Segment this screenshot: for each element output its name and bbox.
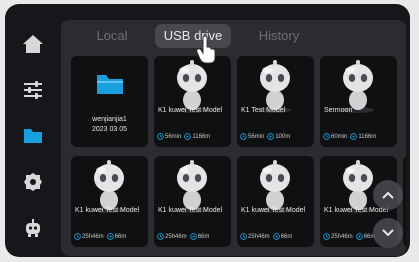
hand-pointer-icon — [196, 36, 216, 64]
scroll-down-button[interactable] — [373, 218, 403, 248]
print-time: 25h46m — [82, 233, 104, 240]
chevron-up-icon — [382, 191, 394, 199]
gear-icon — [24, 173, 42, 191]
sliders-icon — [24, 81, 42, 99]
model-thumbnail-icon — [403, 156, 406, 214]
filament-length: 66m — [280, 233, 293, 240]
home-icon — [23, 35, 43, 53]
time-icon — [240, 133, 247, 140]
filament-icon — [272, 233, 280, 240]
file-meta: 25h46m 66m — [323, 233, 375, 240]
sidebar-item-home[interactable] — [19, 30, 47, 58]
robot-icon — [26, 219, 40, 237]
chevron-down-icon — [382, 229, 394, 237]
time-icon — [323, 233, 330, 240]
time-icon — [323, 133, 330, 140]
print-time: 25h46m — [331, 233, 353, 240]
filament-length: 1166m — [192, 133, 211, 140]
filament-icon — [267, 133, 275, 140]
time-icon — [157, 233, 164, 240]
filament-icon — [189, 233, 197, 240]
file-meta: 25h46m 66m — [157, 233, 209, 240]
file-card[interactable]: K1 kuwei Test Model25h46m66m — [403, 156, 406, 247]
sidebar-item-ai[interactable] — [19, 214, 47, 242]
print-time: 60min — [331, 133, 348, 140]
filament-icon — [355, 233, 363, 240]
file-meta: 60min 1166m — [323, 133, 376, 140]
file-card[interactable]: Sermoon 60min 1166m — [320, 56, 397, 147]
folder-name: wenjianjia1 — [92, 116, 127, 123]
filament-length: 1166m — [358, 133, 377, 140]
folder-icon — [24, 129, 42, 143]
scroll-up-button[interactable] — [373, 180, 403, 210]
printer-screen: Local USB drive History wenjianjia1 2023… — [5, 4, 410, 257]
folder-date: 2023 03 05 — [91, 126, 128, 133]
filament-icon — [184, 133, 192, 140]
filament-length: 66m — [197, 233, 210, 240]
folder-icon — [97, 75, 123, 94]
filament-icon — [350, 133, 358, 140]
sidebar-item-files[interactable] — [19, 122, 47, 150]
tab-usb-drive[interactable]: USB drive — [155, 24, 231, 48]
file-card[interactable]: K1 kuwei Test Model 56min 1166m — [154, 56, 231, 147]
file-name: K1 kuwei Test Model — [241, 207, 306, 214]
time-icon — [74, 233, 81, 240]
file-card[interactable]: K1 kuwei Test Model 25h46m 66m — [154, 156, 231, 247]
time-icon — [157, 133, 164, 140]
time-icon — [240, 233, 247, 240]
print-time: 56min — [248, 133, 265, 140]
sidebar — [5, 4, 59, 257]
file-card[interactable]: K1 kuwei Test Model 25h46m 66m — [71, 156, 148, 247]
print-time: 25h46m — [165, 233, 187, 240]
tab-history[interactable]: History — [247, 24, 311, 48]
file-name: K1 Test Model — [241, 107, 286, 114]
file-meta: 56min 100m — [240, 133, 290, 140]
sidebar-item-system[interactable] — [19, 168, 47, 196]
file-panel: Local USB drive History wenjianjia1 2023… — [61, 20, 406, 256]
file-name: K1 kuwei Test Model — [75, 207, 140, 214]
print-time: 56min — [165, 133, 182, 140]
file-name: Sermoon — [324, 107, 353, 114]
folder-card[interactable]: wenjianjia1 2023 03 05 — [71, 56, 148, 147]
filament-length: 100m — [275, 133, 291, 140]
filament-icon — [106, 233, 114, 240]
print-time: 25h46m — [248, 233, 270, 240]
filament-length: 66m — [114, 233, 127, 240]
file-meta: 25h46m 66m — [240, 233, 292, 240]
tab-local[interactable]: Local — [81, 24, 143, 48]
file-name: K1 kuwei Test Model — [158, 107, 223, 114]
file-name: K1 kuwei Test Model — [158, 207, 223, 214]
file-meta: 56min 1166m — [157, 133, 210, 140]
file-card[interactable]: K1 kuwei Test Model 25h46m 66m — [237, 156, 314, 247]
file-card[interactable]: K1 Test Model 56min 100m — [237, 56, 314, 147]
sidebar-item-settings[interactable] — [19, 76, 47, 104]
file-meta: 25h46m 66m — [74, 233, 126, 240]
